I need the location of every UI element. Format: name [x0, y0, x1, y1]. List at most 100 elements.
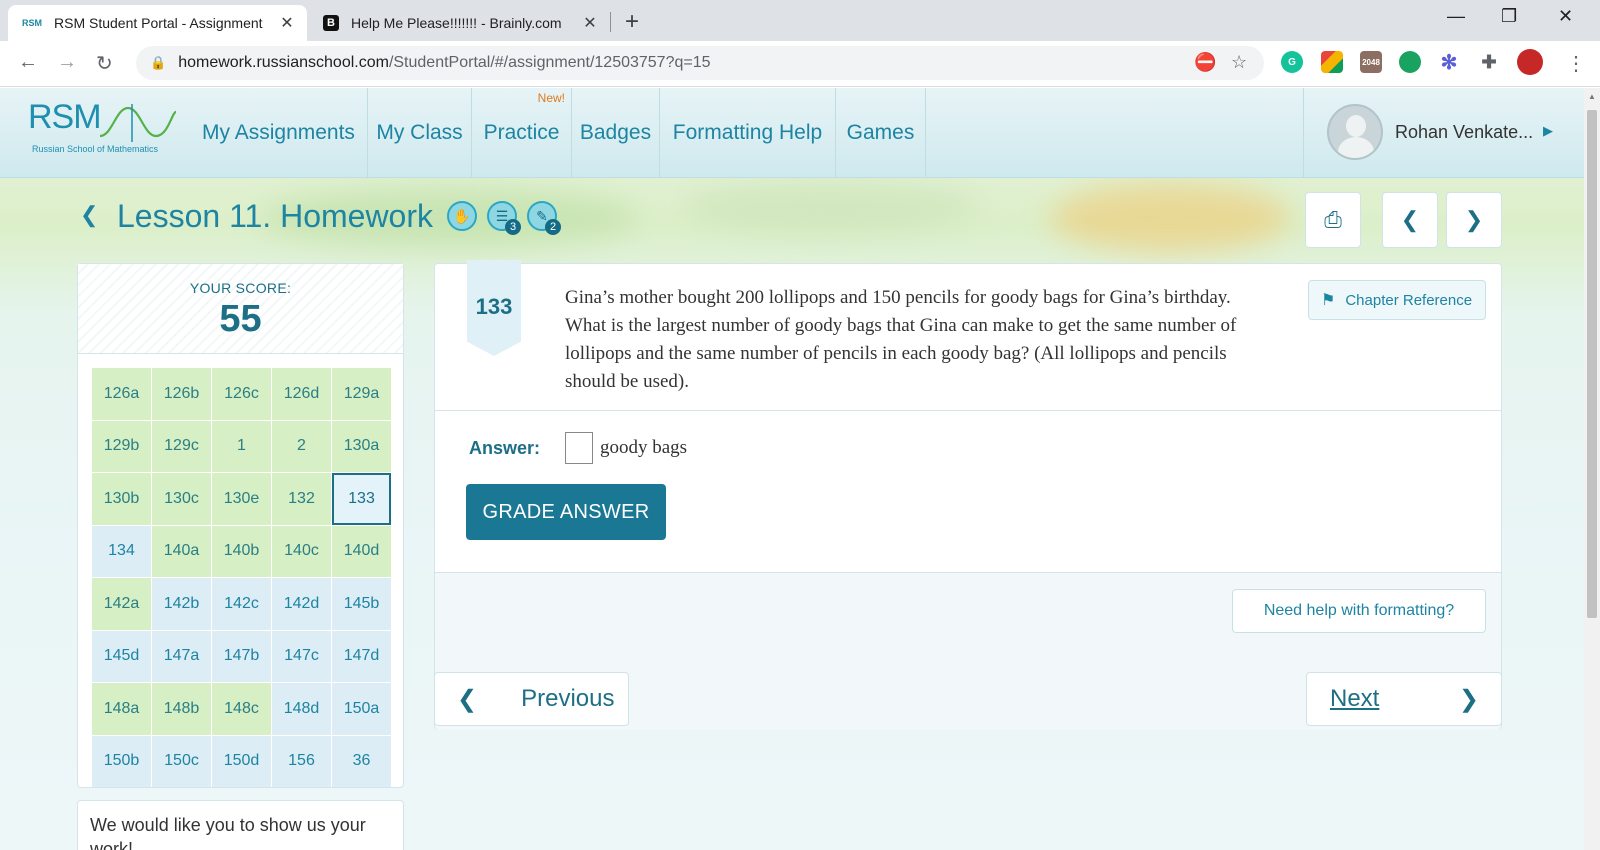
problem-cell[interactable]: 147c — [272, 630, 331, 682]
avatar[interactable] — [1327, 104, 1383, 160]
problem-cell[interactable]: 145b — [332, 578, 391, 630]
problem-cell[interactable]: 148a — [92, 683, 151, 735]
problem-cell[interactable]: 134 — [92, 525, 151, 577]
problem-cell[interactable]: 142d — [272, 578, 331, 630]
problem-cell[interactable]: 126d — [272, 368, 331, 420]
nav-my-class[interactable]: My Class — [368, 88, 472, 178]
camera-blocked-icon[interactable]: ⛔ — [1194, 52, 1216, 73]
prev-question-button[interactable]: ❮ — [1382, 192, 1438, 248]
chapter-reference-button[interactable]: ⚑ Chapter Reference — [1308, 280, 1486, 320]
answer-input[interactable] — [565, 432, 593, 464]
question-panel: 133 Gina’s mother bought 200 lollipops a… — [434, 260, 1502, 730]
problem-cell[interactable]: 148d — [272, 683, 331, 735]
nav-games[interactable]: Games — [836, 88, 926, 178]
site-header: RSM Russian School of Mathematics My Ass… — [0, 88, 1584, 178]
problem-cell[interactable]: 140b — [212, 525, 271, 577]
problem-cell[interactable]: 150b — [92, 735, 151, 787]
workbook-icon[interactable]: ☰ 3 — [487, 201, 521, 235]
bookmark-star-icon[interactable]: ☆ — [1231, 52, 1247, 73]
problem-cell[interactable]: 126c — [212, 368, 271, 420]
problem-cell[interactable]: 150a — [332, 683, 391, 735]
problem-cell[interactable]: 129b — [92, 420, 151, 472]
next-button[interactable]: Next ❯ — [1306, 672, 1502, 726]
problem-cell[interactable]: 140c — [272, 525, 331, 577]
problem-cell[interactable]: 142c — [212, 578, 271, 630]
palette-icon[interactable] — [1321, 51, 1343, 73]
problem-cell[interactable]: 148c — [212, 683, 271, 735]
new-tab-icon[interactable]: + — [625, 8, 639, 36]
hand-raise-icon[interactable]: ✋ — [447, 201, 477, 231]
tools-count-badge: 2 — [545, 219, 561, 235]
problem-cell[interactable]: 130a — [332, 420, 391, 472]
grade-answer-button[interactable]: GRADE ANSWER — [466, 484, 666, 540]
problem-cell[interactable]: 2 — [272, 420, 331, 472]
back-arrow-icon[interactable]: ← — [18, 51, 38, 74]
problem-cell[interactable]: 140a — [152, 525, 211, 577]
scroll-up-icon[interactable]: ▲ — [1588, 92, 1596, 101]
problem-cell[interactable]: 150c — [152, 735, 211, 787]
problem-cell[interactable]: 129a — [332, 368, 391, 420]
nav-practice[interactable]: Practice New! — [472, 88, 572, 178]
print-button[interactable]: ⎙ — [1305, 192, 1361, 248]
2048-icon[interactable]: 2048 — [1360, 51, 1382, 73]
formatting-help-button[interactable]: Need help with formatting? — [1232, 589, 1486, 633]
problem-cell[interactable]: 126a — [92, 368, 151, 420]
puzzle-icon[interactable]: ✚ — [1478, 51, 1500, 73]
forward-arrow-icon[interactable]: → — [57, 51, 77, 74]
problem-cell[interactable]: 147b — [212, 630, 271, 682]
rsm-logo[interactable]: RSM Russian School of Mathematics — [28, 98, 178, 158]
question-text: Gina’s mother bought 200 lollipops and 1… — [565, 287, 1237, 392]
problem-cell[interactable]: 130e — [212, 473, 271, 525]
problem-cell[interactable]: 147d — [332, 630, 391, 682]
nav-badges[interactable]: Badges — [572, 88, 660, 178]
divider — [435, 410, 1501, 411]
problem-grid: 126a 126b 126c 126d 129a 129b 129c 1 2 130a 130b 13… — [92, 368, 392, 787]
problem-cell[interactable]: 132 — [272, 473, 331, 525]
next-question-button[interactable]: ❯ — [1446, 192, 1502, 248]
score-header: YOUR SCORE: 55 — [78, 264, 403, 354]
problem-cell[interactable]: 36 — [332, 735, 391, 787]
scrollbar-thumb[interactable] — [1587, 110, 1597, 618]
problem-cell[interactable]: 130b — [92, 473, 151, 525]
problem-cell[interactable]: 126b — [152, 368, 211, 420]
close-window-icon[interactable]: ✕ — [1558, 6, 1573, 27]
grammarly-icon[interactable]: G — [1281, 51, 1303, 73]
previous-button[interactable]: ❮ Previous — [434, 672, 629, 726]
problem-cell[interactable]: 147a — [152, 630, 211, 682]
close-tab-icon[interactable]: ✕ — [580, 13, 600, 33]
reload-icon[interactable]: ↻ — [96, 51, 113, 76]
caret-right-icon[interactable]: ▶ — [1543, 123, 1553, 139]
nav-my-assignments[interactable]: My Assignments — [190, 88, 368, 178]
tools-icon[interactable]: ✎ 2 — [527, 201, 561, 235]
restore-icon[interactable]: ❐ — [1501, 6, 1517, 27]
close-tab-icon[interactable]: ✕ — [277, 13, 297, 33]
problem-cell[interactable]: 140d — [332, 525, 391, 577]
profile-icon[interactable] — [1517, 49, 1543, 75]
problem-cell[interactable]: 142a — [92, 578, 151, 630]
chevron-left-icon: ❮ — [457, 685, 478, 713]
problem-cell[interactable]: 148b — [152, 683, 211, 735]
menu-icon[interactable]: ⋮ — [1566, 51, 1586, 76]
logo-subtitle: Russian School of Mathematics — [32, 144, 159, 154]
problem-cell[interactable]: 156 — [272, 735, 331, 787]
answer-unit: goody bags — [600, 437, 688, 458]
problem-cell[interactable]: 129c — [152, 420, 211, 472]
problem-cell[interactable]: 1 — [212, 420, 271, 472]
page-scrollbar[interactable]: ▲ — [1584, 88, 1600, 850]
url-field[interactable]: 🔒 homework.russianschool.com/StudentPort… — [136, 46, 1264, 80]
back-chevron-icon[interactable]: ❮ — [80, 202, 98, 228]
nav-formatting-help[interactable]: Formatting Help — [660, 88, 836, 178]
header-divider — [1303, 88, 1304, 178]
minimize-icon[interactable]: — — [1447, 6, 1465, 27]
problem-cell-current[interactable]: 133 — [332, 473, 391, 525]
tab-brainly[interactable]: B Help Me Please!!!!!!! - Brainly.com ✕ — [315, 5, 610, 41]
user-name[interactable]: Rohan Venkate... — [1395, 122, 1533, 143]
snowflake-icon[interactable]: ✻ — [1438, 51, 1460, 74]
problem-cell[interactable]: 130c — [152, 473, 211, 525]
problem-cell[interactable]: 142b — [152, 578, 211, 630]
address-bar-row: ← → ↻ 🔒 homework.russianschool.com/Stude… — [0, 41, 1600, 87]
problem-cell[interactable]: 150d — [212, 735, 271, 787]
chat-icon[interactable] — [1399, 51, 1421, 73]
problem-cell[interactable]: 145d — [92, 630, 151, 682]
tab-rsm-student-portal[interactable]: RSM RSM Student Portal - Assignment ✕ — [8, 5, 307, 41]
